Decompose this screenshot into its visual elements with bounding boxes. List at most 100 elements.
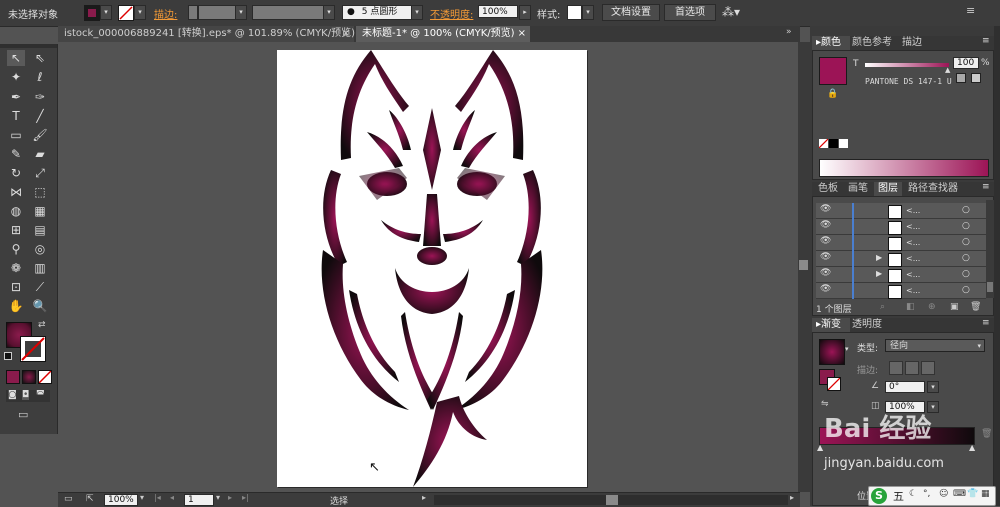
stroke-dropdown[interactable]: ▾ bbox=[134, 5, 146, 20]
tools-grip[interactable] bbox=[0, 44, 57, 48]
gradient-stop-left[interactable]: ▲ bbox=[817, 443, 823, 452]
color-spectrum-bar[interactable] bbox=[819, 159, 989, 177]
rotate-tool-icon[interactable]: ↻ bbox=[7, 165, 25, 181]
arrange-documents-icon[interactable]: ⁂▾ bbox=[722, 4, 744, 20]
ime-moon-icon[interactable]: ☾ bbox=[909, 489, 917, 499]
last-artboard-icon[interactable]: ▸| bbox=[242, 493, 249, 502]
free-transform-tool-icon[interactable]: ⬚ bbox=[31, 184, 49, 200]
web-color-icon[interactable] bbox=[956, 73, 966, 83]
gradient-preview-swatch[interactable] bbox=[819, 339, 845, 365]
tab-color-guide[interactable]: 颜色参考 bbox=[852, 36, 892, 50]
opacity-label[interactable]: 不透明度: bbox=[430, 6, 473, 21]
screen-mode-icon[interactable]: ▭ bbox=[18, 408, 36, 421]
fill-dropdown[interactable]: ▾ bbox=[100, 5, 112, 20]
layer-row[interactable]: 👁 ▶ <... ○ bbox=[816, 251, 986, 267]
visibility-eye-icon[interactable]: 👁 bbox=[820, 220, 831, 230]
share-icon[interactable]: ⇱ bbox=[86, 494, 94, 504]
column-graph-tool-icon[interactable]: ▥ bbox=[31, 260, 49, 276]
style-dropdown[interactable]: ▾ bbox=[582, 5, 594, 20]
horizontal-scrollbar[interactable] bbox=[434, 495, 788, 505]
gradient-menu-arrow[interactable]: ▾ bbox=[845, 345, 849, 353]
swap-fill-stroke-icon[interactable]: ⇄ bbox=[38, 320, 46, 330]
pencil-tool-icon[interactable]: ✎ bbox=[7, 146, 25, 162]
next-artboard-icon[interactable]: ▸ bbox=[228, 493, 232, 502]
symbol-sprayer-tool-icon[interactable]: ❁ bbox=[7, 260, 25, 276]
panel-menu-icon[interactable]: ≡ bbox=[982, 318, 990, 328]
graphic-style-swatch[interactable] bbox=[567, 5, 582, 20]
eraser-tool-icon[interactable]: ▰ bbox=[31, 146, 49, 162]
stroke-weight-stepper[interactable] bbox=[188, 5, 198, 20]
layers-scroll-thumb[interactable] bbox=[987, 282, 993, 292]
close-icon[interactable]: × bbox=[518, 26, 526, 42]
magic-wand-tool-icon[interactable]: ✦ bbox=[7, 69, 25, 85]
white-swatch[interactable] bbox=[839, 139, 848, 148]
point-style-select[interactable]: ● 5 点圆形 bbox=[342, 5, 412, 20]
tab-swatches[interactable]: 色板 bbox=[818, 182, 838, 196]
scroll-right-icon[interactable]: ▸ bbox=[790, 493, 794, 502]
tab-transparency[interactable]: 透明度 bbox=[852, 318, 882, 332]
hand-tool-icon[interactable]: ✋ bbox=[7, 298, 25, 314]
tab-color[interactable]: ▸颜色 bbox=[812, 36, 850, 50]
ime-keyboard-icon[interactable]: ⌨ bbox=[953, 489, 966, 499]
layer-row[interactable]: 👁 <... ○ bbox=[816, 203, 986, 219]
tab-istock-document[interactable]: istock_000006889241 [转换].eps* @ 101.89% … bbox=[58, 26, 355, 42]
locate-object-icon[interactable]: ⌕ bbox=[880, 302, 885, 312]
lasso-tool-icon[interactable]: ℓ bbox=[31, 69, 49, 85]
mesh-tool-icon[interactable]: ⊞ bbox=[7, 222, 25, 238]
stroke-along-icon[interactable] bbox=[905, 361, 919, 375]
ime-user-icon[interactable]: 👕 bbox=[967, 489, 978, 499]
delete-stop-icon[interactable]: 🗑 bbox=[981, 429, 992, 439]
stroke-swatch[interactable] bbox=[118, 5, 134, 21]
target-circle-icon[interactable]: ○ bbox=[962, 221, 970, 231]
tab-layers[interactable]: 图层 bbox=[874, 182, 902, 196]
slice-tool-icon[interactable]: ⟋ bbox=[31, 279, 49, 295]
layer-row[interactable]: 👁 <... ○ bbox=[816, 235, 986, 251]
zoom-tool-icon[interactable]: 🔍 bbox=[31, 298, 49, 314]
stroke-color-box[interactable] bbox=[20, 336, 46, 362]
angle-dropdown[interactable]: ▾ bbox=[927, 381, 939, 393]
stroke-weight-dropdown[interactable]: ▾ bbox=[235, 5, 247, 20]
stroke-across-icon[interactable] bbox=[921, 361, 935, 375]
document-setup-button[interactable]: 文档设置 bbox=[602, 4, 660, 21]
draw-inside-icon[interactable]: ◚ bbox=[36, 390, 45, 400]
gradient-tool-icon[interactable]: ▤ bbox=[31, 222, 49, 238]
prev-artboard-icon[interactable]: ◂ bbox=[170, 493, 174, 502]
direct-selection-tool-icon[interactable]: ⇖ bbox=[31, 50, 49, 66]
angle-field[interactable]: 0° bbox=[885, 381, 925, 393]
none-mode-icon[interactable] bbox=[38, 370, 52, 384]
tab-untitled-document[interactable]: 未标题-1* @ 100% (CMYK/预览) × bbox=[356, 26, 530, 42]
fill-swatch[interactable] bbox=[84, 5, 100, 21]
target-circle-icon[interactable]: ○ bbox=[962, 285, 970, 295]
layers-scrollbar[interactable] bbox=[986, 200, 994, 298]
tab-gradient[interactable]: ▸渐变 bbox=[812, 318, 850, 332]
tab-pathfinder[interactable]: 路径查找器 bbox=[908, 182, 958, 196]
width-tool-icon[interactable]: ⋈ bbox=[7, 184, 25, 200]
opacity-dropdown[interactable]: ▸ bbox=[519, 5, 531, 20]
artboard-number-field[interactable]: 1 bbox=[184, 494, 214, 506]
default-colors-icon[interactable] bbox=[4, 352, 12, 360]
gradient-type-select[interactable]: 径向 ▾ bbox=[885, 339, 985, 352]
panel-menu-icon[interactable]: ≡ bbox=[982, 36, 990, 46]
target-circle-icon[interactable]: ○ bbox=[962, 205, 970, 215]
blend-tool-icon[interactable]: ◎ bbox=[31, 241, 49, 257]
perspective-grid-tool-icon[interactable]: ▦ bbox=[31, 203, 49, 219]
horizontal-scroll-thumb[interactable] bbox=[606, 495, 618, 505]
new-layer-icon[interactable]: ▣ bbox=[950, 302, 959, 312]
visibility-eye-icon[interactable]: 👁 bbox=[820, 284, 831, 294]
selection-tool-icon[interactable]: ↖ bbox=[7, 50, 25, 66]
wolf-artwork[interactable] bbox=[277, 50, 587, 487]
brush-style-dropdown[interactable]: ▾ bbox=[323, 5, 335, 20]
make-clipping-mask-icon[interactable]: ◧ bbox=[906, 302, 915, 312]
vertical-scroll-thumb[interactable] bbox=[799, 260, 808, 270]
first-artboard-icon[interactable]: |◂ bbox=[154, 493, 161, 502]
ime-mode[interactable]: 五 bbox=[893, 488, 904, 504]
point-style-dropdown[interactable]: ▾ bbox=[411, 5, 423, 20]
visibility-eye-icon[interactable]: 👁 bbox=[820, 252, 831, 262]
target-circle-icon[interactable]: ○ bbox=[962, 237, 970, 247]
visibility-eye-icon[interactable]: 👁 bbox=[820, 236, 831, 246]
draw-normal-icon[interactable]: ◙ bbox=[8, 390, 17, 400]
color-mode-icon[interactable] bbox=[6, 370, 20, 384]
preferences-button[interactable]: 首选项 bbox=[664, 4, 716, 21]
shape-builder-tool-icon[interactable]: ◍ bbox=[7, 203, 25, 219]
sogou-icon[interactable]: S bbox=[871, 488, 887, 504]
